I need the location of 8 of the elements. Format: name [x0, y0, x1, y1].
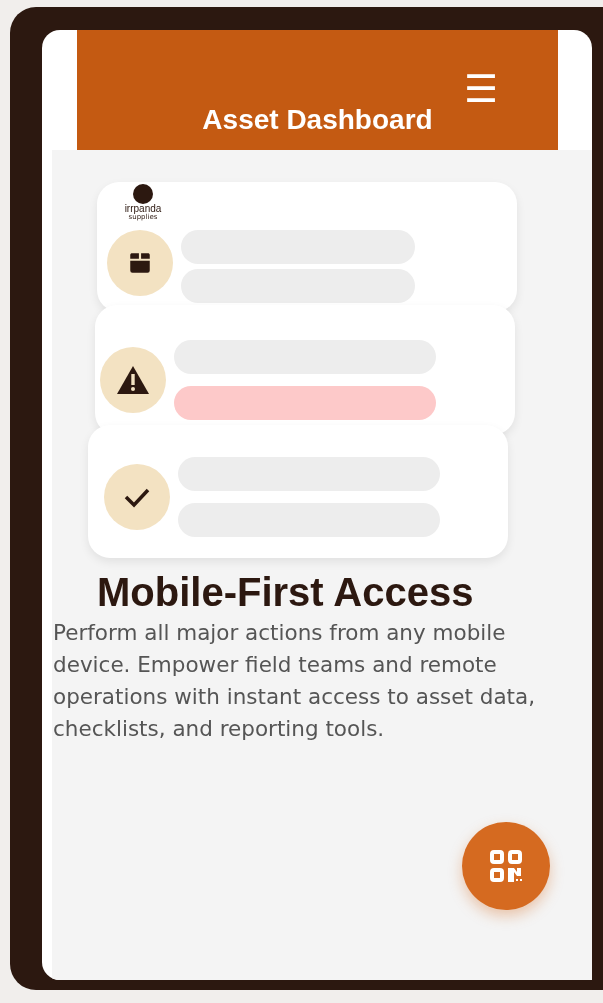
box-icon: [127, 250, 153, 276]
menu-button[interactable]: ☰: [463, 70, 498, 108]
feature-title: Mobile-First Access: [97, 570, 475, 615]
feature-description: Perform all major actions from any mobile device. Empower field teams and remote operations with instant access to asset data, checklists, and reporting tools.: [53, 619, 537, 743]
header-title: Asset Dashboard: [202, 104, 433, 136]
qr-code-icon: [489, 849, 523, 883]
warning-icon: [116, 365, 150, 395]
qr-scan-button[interactable]: [462, 822, 550, 910]
